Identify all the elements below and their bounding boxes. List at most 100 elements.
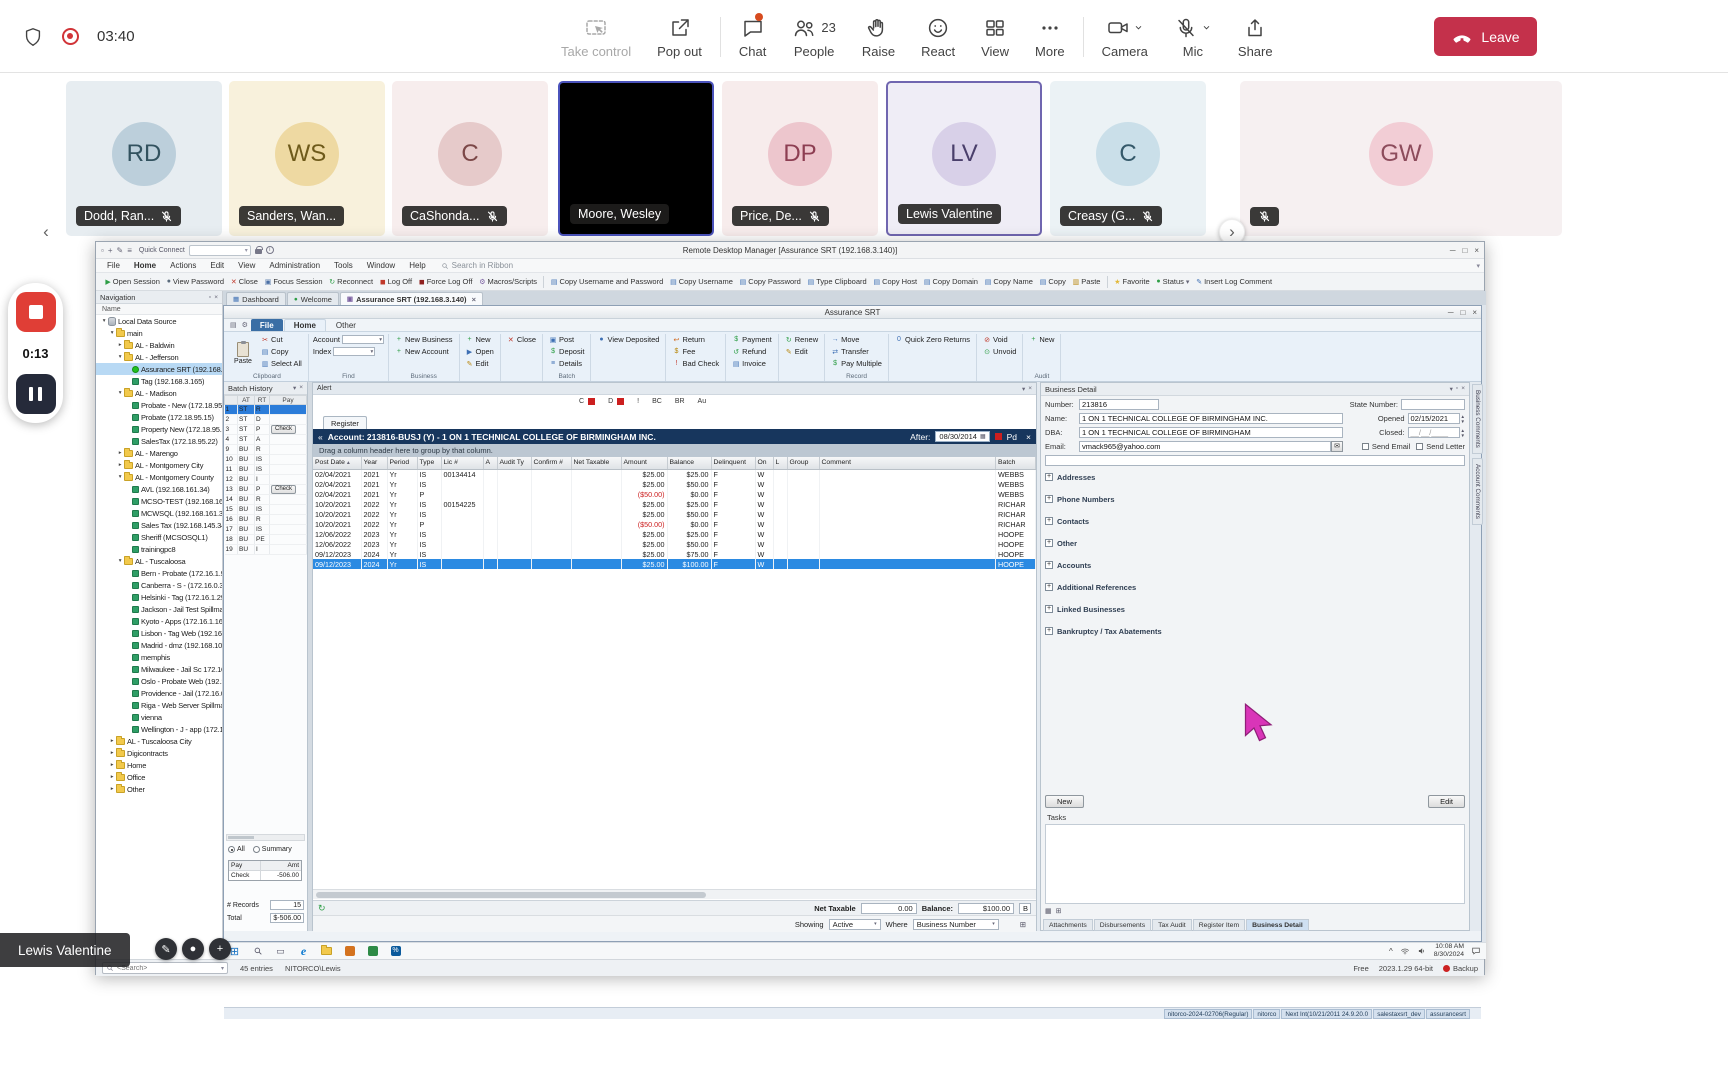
menu-window[interactable]: Window — [360, 259, 402, 272]
camera-button[interactable]: Camera — [1089, 0, 1161, 73]
tree-item-providence-jail-172-16-0-36[interactable]: Providence - Jail (172.16.0.36) — [96, 687, 222, 699]
tree-expander-icon[interactable]: ▸ — [108, 786, 116, 792]
ribbon-pay-multiple-button[interactable]: $ Pay Multiple — [829, 358, 884, 369]
tree-item-trainingpc8[interactable]: trainingpc8 — [96, 543, 222, 555]
ribbon-view-deposited-button[interactable]: ● View Deposited — [595, 334, 661, 345]
search-input[interactable] — [117, 964, 218, 972]
close-icon[interactable]: × — [299, 384, 303, 392]
batch-row[interactable]: 13 BU P Check — [224, 484, 307, 495]
section-other[interactable]: + Other — [1045, 537, 1457, 549]
stop-recording-button[interactable] — [15, 292, 56, 332]
tree-item-riga-web-server-spillman-19[interactable]: Riga - Web Server Spillman (19 — [96, 699, 222, 711]
tree-expander-icon[interactable]: ▸ — [108, 774, 116, 780]
tree-item-madrid-dmz-192-168-100-33[interactable]: Madrid - dmz (192.168.100.33) — [96, 639, 222, 651]
where-select[interactable]: Business Number ▾ — [912, 918, 999, 930]
ribbon-refund-button[interactable]: ↺ Refund — [730, 346, 774, 357]
annotation-pen-button[interactable]: ✎ — [155, 938, 177, 960]
extra-input[interactable] — [1045, 455, 1465, 466]
ribbon-close-button[interactable]: ✕ Close — [505, 334, 538, 345]
maximize-button[interactable]: □ — [1460, 308, 1465, 317]
menu-file[interactable]: File — [100, 259, 127, 272]
collapse-icon[interactable]: ▾ — [1022, 385, 1025, 393]
tasks-area[interactable] — [1045, 824, 1465, 904]
column-header-balance[interactable]: Balance — [667, 457, 712, 470]
check-button[interactable]: Check — [271, 425, 297, 434]
send-letter-checkbox[interactable]: Send Letter — [1416, 442, 1465, 451]
column-header[interactable]: Pay — [269, 395, 307, 405]
batch-row[interactable]: 14 BU R — [224, 494, 307, 505]
pin-icon[interactable]: ▫ — [209, 294, 211, 301]
tree-item-lisbon-tag-web-192-168-100[interactable]: Lisbon - Tag Web (192.168.100 — [96, 627, 222, 639]
strip-prev-button[interactable]: ‹ — [33, 219, 59, 245]
batch-row[interactable]: 17 BU IS — [224, 524, 307, 535]
ribbon-tab-file[interactable]: File — [250, 319, 283, 331]
batch-table[interactable]: AT RT Pay 1 ST R 2 ST D 3 ST P Check 4 ST A 9 BU R 10 BU IS 11… — [224, 395, 307, 555]
add-icon[interactable]: ⊞ — [1056, 907, 1062, 915]
batch-row[interactable]: 3 ST P Check — [224, 424, 307, 435]
tree-item-milwaukee-jail-sc-172-16-1-10[interactable]: Milwaukee - Jail Sc 172.16.1.10 — [96, 663, 222, 675]
tree-item-probate-new-172-18-95-14[interactable]: Probate - New (172.18.95.14) — [96, 399, 222, 411]
ribbon-new-button[interactable]: + New — [1027, 334, 1056, 345]
qat-save-icon[interactable]: ▤ — [230, 321, 237, 329]
column-header-group[interactable]: Group — [787, 457, 820, 470]
ribbon-edit-button[interactable]: ✎ Edit — [464, 358, 496, 369]
batch-row[interactable]: 15 BU IS — [224, 504, 307, 515]
toolbar-force-log-off-button[interactable]: ◼ Force Log Off — [415, 277, 475, 286]
section-contacts[interactable]: + Contacts — [1045, 515, 1457, 527]
search-dropdown-icon[interactable]: ▾ — [221, 965, 224, 972]
more-button[interactable]: More — [1022, 0, 1078, 73]
toolbar-macros-scripts-button[interactable]: ⚙ Macros/Scripts — [476, 277, 541, 286]
expand-icon[interactable]: + — [1045, 539, 1053, 547]
expand-icon[interactable]: + — [1045, 627, 1053, 635]
chat-button[interactable]: Chat — [726, 0, 779, 73]
column-header[interactable]: AT — [237, 395, 255, 405]
batch-row[interactable]: 19 BU I — [224, 544, 307, 555]
tree-item-other[interactable]: ▸ Other — [96, 783, 222, 795]
batch-row[interactable]: 9 BU R — [224, 444, 307, 455]
send-email-checkbox[interactable]: Send Email — [1361, 442, 1410, 451]
spinner-icon[interactable]: ▲ ▼ — [1461, 428, 1465, 438]
section-addresses[interactable]: + Addresses — [1045, 471, 1457, 483]
annotation-add-button[interactable]: + — [209, 938, 231, 960]
session-tab-welcome[interactable]: ● Welcome — [286, 292, 339, 305]
column-header-lic[interactable]: Lic # — [441, 457, 484, 470]
column-header-post-date[interactable]: Post Date▲ — [313, 457, 362, 470]
toolbar-copy-password-button[interactable]: ▤ Copy Password — [736, 277, 804, 286]
participant-tile[interactable]: C CaShonda... — [392, 81, 548, 236]
ribbon-details-button[interactable]: ≡ Details — [547, 358, 586, 369]
qat-print-icon[interactable]: ⚙ — [242, 321, 248, 329]
column-header-net-taxable[interactable]: Net Taxable — [571, 457, 622, 470]
batch-row[interactable]: 10 BU IS — [224, 454, 307, 465]
scroll-thumb[interactable] — [316, 892, 706, 898]
opened-input[interactable]: 02/15/2021 — [1407, 413, 1460, 424]
spinner-icon[interactable]: ▲ ▼ — [1461, 414, 1465, 424]
menu-tools[interactable]: Tools — [327, 259, 360, 272]
ribbon-new-business-button[interactable]: + New Business — [393, 334, 455, 345]
collapse-left-icon[interactable]: « — [318, 432, 323, 442]
expand-icon[interactable]: + — [1045, 605, 1053, 613]
tree-expander-icon[interactable]: ▾ — [100, 318, 108, 324]
close-button[interactable]: × — [1472, 308, 1477, 317]
column-header[interactable]: RT — [254, 395, 270, 405]
toolbar-type-clipboard-button[interactable]: ▤ Type Clipboard — [804, 277, 870, 286]
ribbon-deposit-button[interactable]: $ Deposit — [547, 346, 586, 357]
email-input[interactable]: vmack965@yahoo.com — [1079, 441, 1331, 452]
toolbar-paste-button[interactable]: ▥ Paste — [1069, 277, 1104, 286]
tree-item-al-montgomery-county[interactable]: ▾ AL - Montgomery County — [96, 471, 222, 483]
ribbon-bad-check-button[interactable]: ! Bad Check — [670, 358, 721, 369]
tab-close-icon[interactable]: × — [472, 295, 476, 304]
ribbon-collapse-icon[interactable]: ▾ — [1476, 262, 1480, 270]
register-row[interactable]: 02/04/2021 2021 Yr P ($50.00) $0.00 F W WEBBS — [313, 489, 1036, 499]
tree-expander-icon[interactable]: ▸ — [108, 750, 116, 756]
ribbon-tab-home[interactable]: Home — [283, 319, 326, 331]
bottom-tab-disbursements[interactable]: Disbursements — [1093, 919, 1152, 931]
batch-row[interactable]: 1 ST R — [224, 404, 307, 415]
tree-item-al-tuscaloosa-city[interactable]: ▸ AL - Tuscaloosa City — [96, 735, 222, 747]
check-button[interactable]: Check — [271, 485, 297, 494]
ribbon-unvoid-button[interactable]: ⊙ Unvoid — [981, 346, 1018, 357]
after-date-input[interactable]: 08/30/2014 ▦ — [935, 431, 990, 442]
pin-icon[interactable]: ▫ — [1456, 385, 1458, 393]
view-button[interactable]: View — [968, 0, 1022, 73]
field-input[interactable]: ▾ — [341, 335, 384, 344]
ribbon-tab-other[interactable]: Other — [327, 319, 365, 331]
